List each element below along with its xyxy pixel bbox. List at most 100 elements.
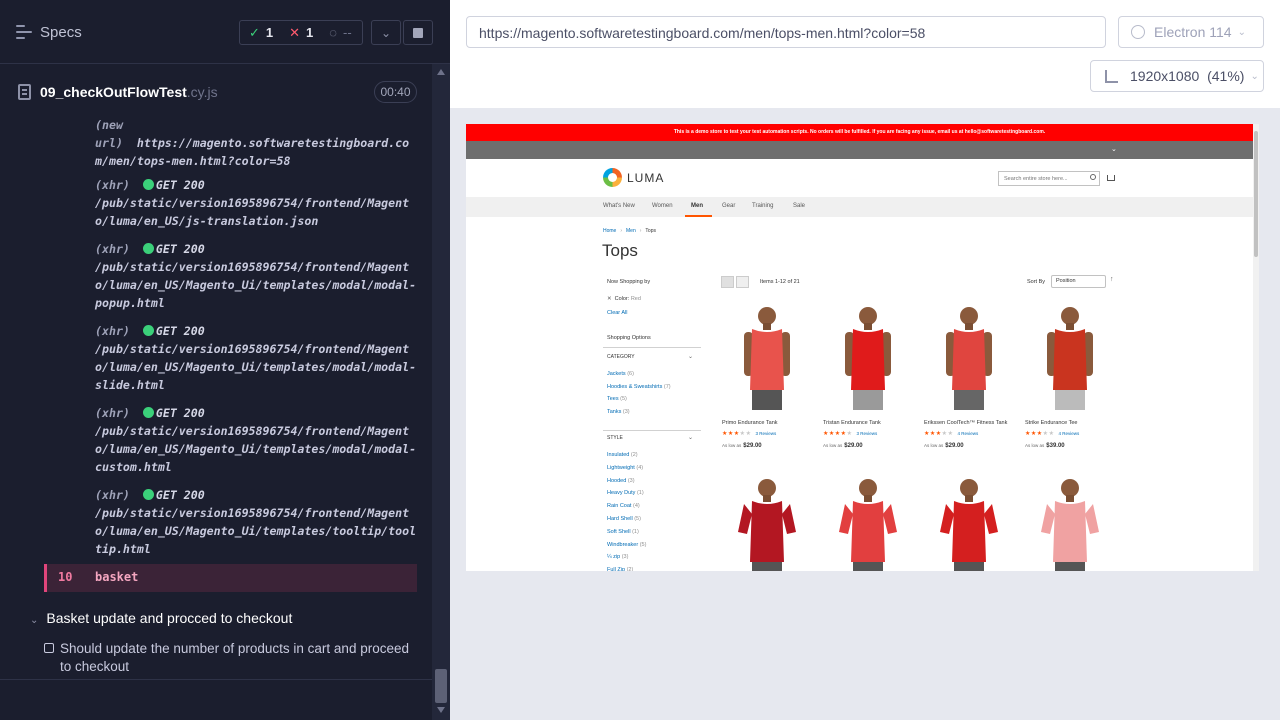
product-image[interactable]	[924, 474, 1014, 571]
breadcrumb-home[interactable]: Home	[603, 228, 616, 234]
scroll-up-icon[interactable]	[437, 69, 445, 75]
reviews-link[interactable]: 4 Reviews	[957, 431, 978, 436]
product-name[interactable]: Primo Endurance Tank	[722, 420, 778, 426]
style-filter-item[interactable]: Rain Coat (4)	[607, 503, 640, 509]
scroll-down-icon[interactable]	[437, 707, 445, 713]
nav-bar	[466, 197, 1253, 217]
product-image[interactable]	[1025, 474, 1115, 571]
product-price: As low as $29.00	[722, 443, 762, 449]
product-name[interactable]: Tristan Endurance Tank	[823, 420, 881, 426]
product-price: As low as $29.00	[924, 443, 964, 449]
reviews-link[interactable]: 4 Reviews	[1058, 431, 1079, 436]
browser-selector[interactable]: Electron 114 ⌄	[1118, 16, 1264, 48]
product-image[interactable]	[924, 302, 1014, 414]
product-name[interactable]: Erikssen CoolTech™ Fitness Tank	[924, 420, 1007, 426]
style-filter-item[interactable]: Soft Shell (1)	[607, 529, 639, 535]
nav-women[interactable]: Women	[652, 203, 673, 209]
test-title[interactable]: Should update the number of products in …	[44, 640, 414, 676]
nav-sale[interactable]: Sale	[793, 203, 805, 209]
category-filter-item[interactable]: Jackets (6)	[607, 371, 634, 377]
viewport-info[interactable]: 1920x1080 (41%) ⌄	[1090, 60, 1264, 92]
chevron-down-icon[interactable]: ⌄	[688, 434, 693, 441]
aut-iframe[interactable]: This is a demo store to test your test a…	[466, 124, 1259, 571]
nav-training[interactable]: Training	[752, 203, 773, 209]
specs-title[interactable]: Specs	[40, 24, 82, 41]
luma-logo-icon[interactable]	[603, 168, 622, 187]
filter-style-title[interactable]: STYLE	[607, 435, 623, 441]
product-image[interactable]	[823, 302, 913, 414]
log-entry-xhr[interactable]: (xhr) GET 200 /pub/static/version1695896…	[95, 322, 417, 394]
search-input[interactable]: Search entire store here...	[998, 171, 1100, 186]
reporter-panel: Specs ✓ 1 ✕ 1 ◌ -- ⌄ 09_checkOutFlowTest.cy…	[0, 0, 450, 720]
product-image[interactable]	[823, 474, 913, 571]
panel-header-bar: ⌄	[466, 141, 1253, 159]
spinner-icon: ◌	[329, 25, 338, 40]
breadcrumb: Home › Men › Tops	[603, 228, 656, 234]
status-dot-icon	[142, 489, 154, 500]
style-filter-item[interactable]: Hooded (3)	[607, 478, 635, 484]
clear-all-link[interactable]: Clear All	[607, 310, 627, 316]
logo-text[interactable]: LUMA	[627, 171, 664, 185]
demo-notice-bar: This is a demo store to test your test a…	[466, 124, 1253, 141]
command-row-basket[interactable]: 10 basket	[44, 564, 417, 592]
style-filter-item[interactable]: ¼ zip (3)	[607, 554, 628, 560]
category-filter-item[interactable]: Tees (5)	[607, 396, 627, 402]
stop-icon	[413, 27, 423, 38]
scroll-thumb[interactable]	[435, 669, 447, 703]
spec-file-name[interactable]: 09_checkOutFlowTest.cy.js	[40, 84, 218, 100]
product-image[interactable]	[722, 302, 812, 414]
command-number: 10	[58, 570, 73, 584]
divider	[0, 679, 432, 680]
nav-whats-new[interactable]: What's New	[603, 203, 635, 209]
check-icon: ✓	[249, 24, 260, 40]
nav-active-indicator	[685, 215, 712, 217]
style-filter-item[interactable]: Full Zip (2)	[607, 567, 633, 571]
product-image[interactable]	[722, 474, 812, 571]
breadcrumb-tops: Tops	[645, 228, 656, 234]
collapse-button[interactable]: ⌄	[371, 20, 401, 45]
chevron-down-icon[interactable]: ⌄	[1111, 145, 1117, 153]
filter-category-title[interactable]: CATEGORY	[607, 354, 635, 360]
test-stats: ✓ 1 ✕ 1 ◌ --	[239, 20, 363, 45]
active-filter: ✕ Color: Red	[607, 296, 641, 302]
log-entry-xhr[interactable]: (xhr) GET 200 /pub/static/version1695896…	[95, 486, 417, 558]
stop-button[interactable]	[403, 20, 433, 45]
log-entry-xhr[interactable]: (xhr) GET 200 /pub/static/version1695896…	[95, 240, 417, 312]
cart-icon[interactable]	[1107, 175, 1115, 181]
remove-filter-icon[interactable]: ✕	[607, 296, 612, 302]
log-entry-xhr[interactable]: (xhr) GET 200 /pub/static/version1695896…	[95, 404, 417, 476]
product-image[interactable]	[1025, 302, 1115, 414]
category-filter-item[interactable]: Hoodies & Sweatshirts (7)	[607, 384, 671, 390]
chevron-down-icon[interactable]: ⌄	[688, 353, 693, 360]
specs-list-icon[interactable]	[16, 25, 32, 39]
aut-url-field[interactable]: https://magento.softwaretestingboard.com…	[466, 16, 1106, 48]
list-view-button[interactable]	[736, 276, 749, 288]
reviews-link[interactable]: 3 Reviews	[755, 431, 776, 436]
sort-select[interactable]: Position	[1051, 275, 1106, 288]
sort-direction-icon[interactable]: ↑	[1110, 276, 1114, 283]
style-filter-item[interactable]: Insulated (2)	[607, 452, 638, 458]
suite-title[interactable]: ⌄ Basket update and procced to checkout	[30, 610, 292, 626]
nav-men[interactable]: Men	[691, 203, 703, 209]
chevron-down-icon: ⌄	[1250, 70, 1259, 82]
file-icon	[18, 84, 31, 100]
reporter-scrollbar[interactable]	[432, 64, 450, 720]
product-rating: ★★★★★ 3 Reviews	[823, 431, 878, 437]
product-name[interactable]: Strike Endurance Tee	[1025, 420, 1078, 426]
chevron-down-icon: ⌄	[1237, 26, 1246, 38]
style-filter-item[interactable]: Heavy Duty (1)	[607, 490, 644, 496]
search-icon[interactable]	[1090, 174, 1096, 180]
nav-gear[interactable]: Gear	[722, 203, 735, 209]
breadcrumb-men[interactable]: Men	[626, 228, 636, 234]
category-filter-item[interactable]: Tanks (3)	[607, 409, 630, 415]
log-entry-new-url[interactable]: (new url) https://magento.softwaretestin…	[95, 120, 417, 170]
style-filter-item[interactable]: Windbreaker (5)	[607, 542, 646, 548]
iframe-scroll-thumb[interactable]	[1254, 131, 1258, 257]
style-filter-item[interactable]: Lightweight (4)	[607, 465, 643, 471]
log-entry-xhr[interactable]: (xhr) GET 200 /pub/static/version1695896…	[95, 176, 417, 230]
grid-view-button[interactable]	[721, 276, 734, 288]
reviews-link[interactable]: 3 Reviews	[856, 431, 877, 436]
command-log: (new url) https://magento.softwaretestin…	[0, 120, 432, 595]
style-filter-item[interactable]: Hard Shell (5)	[607, 516, 641, 522]
ruler-icon	[1105, 69, 1118, 83]
